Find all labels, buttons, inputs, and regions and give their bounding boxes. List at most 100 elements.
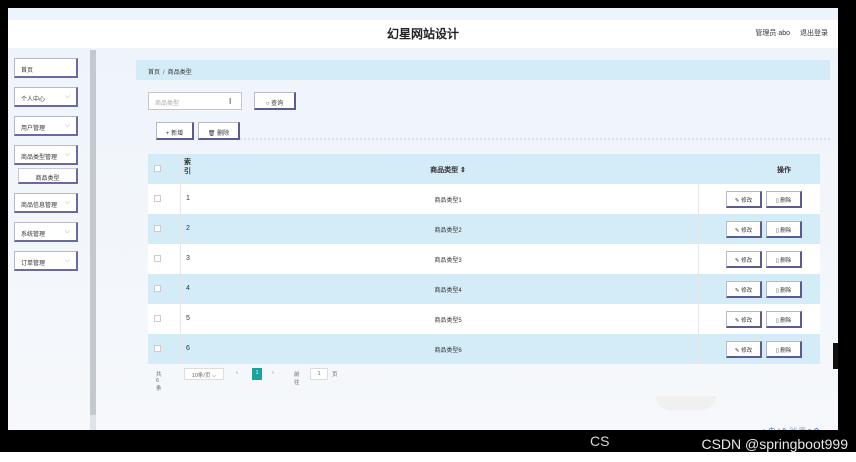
delete-label: 删除 [780, 348, 792, 354]
sidebar-item-orders[interactable]: 订单管理 ⌵ [14, 251, 78, 271]
sidebar-item-system[interactable]: 系统管理 ⌵ [14, 222, 78, 242]
delete-button[interactable]: ▯ 删除 [766, 251, 802, 268]
trash-icon: ▯ [775, 228, 779, 234]
delete-label: 删除 [780, 318, 792, 324]
sidebar-subitem-product-type[interactable]: 商品类型 [18, 168, 78, 184]
delete-label: 删除 [780, 228, 792, 234]
edit-icon: ✎ [734, 228, 740, 234]
add-button-label: + 新增 [165, 131, 184, 137]
breadcrumb: 首页 / 商品类型 [136, 60, 830, 80]
edit-label: 修改 [741, 228, 753, 234]
bottom-strip [0, 452, 856, 462]
edit-icon: ✎ [734, 198, 740, 204]
sidebar-item-label: 个人中心 [21, 97, 46, 103]
prev-page-button[interactable]: ‹ [236, 370, 238, 376]
pagination-total: 共 6 条 [156, 372, 162, 392]
edit-icon: ✎ [734, 288, 740, 294]
edit-button[interactable]: ✎ 修改 [726, 221, 762, 238]
column-divider [698, 244, 699, 274]
goto-page-input[interactable]: 1 [310, 368, 328, 380]
sidebar-item-label: 用户管理 [21, 126, 46, 132]
trash-icon: ▯ [775, 258, 779, 264]
admin-label: 管理员 abo [755, 30, 791, 37]
delete-button[interactable]: ▯ 删除 [766, 191, 802, 208]
sidebar-item-users[interactable]: 用户管理 ⌵ [14, 116, 78, 136]
sidebar-item-home[interactable]: 首页 [14, 58, 78, 78]
edit-button[interactable]: ✎ 修改 [726, 191, 762, 208]
table-row: 1 商品类型1 ✎ 修改 ▯ 删除 [148, 184, 820, 214]
logout-link[interactable]: 退出登录 [800, 30, 828, 37]
edit-label: 修改 [741, 288, 753, 294]
search-placeholder: 商品类型 [155, 101, 180, 107]
trash-icon: 🗑 [207, 131, 216, 137]
sidebar: 首页 个人中心 ⌵ 用户管理 ⌵ 商品类型管理 ⌵ 商品类型 商品信息管理 ⌵ 系统管理… [14, 58, 88, 280]
sidebar-item-product-type[interactable]: 商品类型管理 ⌵ [14, 145, 78, 165]
trash-icon: ▯ [775, 288, 779, 294]
breadcrumb-current: 商品类型 [167, 70, 192, 76]
sidebar-item-product-info[interactable]: 商品信息管理 ⌵ [14, 193, 78, 213]
chevron-down-icon: ⌵ [64, 93, 70, 100]
trash-icon: ▯ [775, 198, 779, 204]
search-button-label: 查询 [271, 101, 284, 107]
sidebar-item-label: 商品信息管理 [21, 203, 58, 209]
edit-button[interactable]: ✎ 修改 [726, 281, 762, 298]
trash-icon: ▯ [775, 318, 779, 324]
delete-button[interactable]: ▯ 删除 [766, 341, 802, 358]
row-name: 商品类型5 [434, 318, 462, 324]
page-size-select[interactable]: 10条/页 ⌵ [184, 368, 224, 380]
table-row: 5 商品类型5 ✎ 修改 ▯ 删除 [148, 304, 820, 334]
sidebar-item-personal[interactable]: 个人中心 ⌵ [14, 87, 78, 107]
column-divider [698, 274, 699, 304]
edit-icon: ✎ [734, 348, 740, 354]
row-name: 商品类型6 [434, 348, 462, 354]
next-page-button[interactable]: › [272, 370, 274, 376]
row-name: 商品类型2 [434, 228, 462, 234]
header-product-type[interactable]: 商品类型 ⇕ [148, 165, 748, 175]
table-row: 4 商品类型4 ✎ 修改 ▯ 删除 [148, 274, 820, 304]
delete-label: 删除 [780, 198, 792, 204]
toolbar-divider [240, 138, 830, 140]
header-operations: 操作 [777, 167, 791, 174]
goto-label: 前往 [294, 372, 300, 386]
edit-icon: ✎ [734, 318, 740, 324]
bulk-delete-button[interactable]: 🗑 删除 [198, 122, 240, 140]
app-window: 幻星网站设计 管理员 abo 退出登录 首页 个人中心 ⌵ 用户管理 ⌵ 商品类型管… [8, 8, 838, 430]
edit-button[interactable]: ✎ 修改 [726, 251, 762, 268]
row-name: 商品类型3 [434, 258, 462, 264]
search-button[interactable]: ○ 查询 [254, 92, 296, 110]
table-header: 索引 商品类型 ⇕ 操作 [148, 154, 820, 184]
trash-icon: ▯ [775, 348, 779, 354]
page-size-value: 10条/页 [191, 373, 211, 379]
delete-button[interactable]: ▯ 删除 [766, 311, 802, 328]
sidebar-item-label: 订单管理 [21, 261, 46, 267]
sidebar-scrollbar-thumb[interactable] [90, 50, 96, 415]
delete-button[interactable]: ▯ 删除 [766, 281, 802, 298]
data-table: 索引 商品类型 ⇕ 操作 1 商品类型1 ✎ 修改 ▯ 删除 2 商品类型2 ✎… [148, 154, 820, 364]
edit-label: 修改 [741, 198, 753, 204]
table-row: 2 商品类型2 ✎ 修改 ▯ 删除 [148, 214, 820, 244]
breadcrumb-home[interactable]: 首页 [148, 70, 160, 76]
row-name: 商品类型4 [434, 288, 462, 294]
search-icon: ○ [265, 101, 270, 107]
chevron-down-icon: ⌵ [64, 199, 70, 206]
sidebar-item-label: 首页 [21, 68, 34, 74]
search-input[interactable]: 商品类型 I [148, 92, 242, 110]
edit-button[interactable]: ✎ 修改 [726, 341, 762, 358]
text-cursor-icon: I [229, 97, 232, 106]
page-number-current[interactable]: 1 [252, 368, 262, 380]
stage: 幻星网站设计 管理员 abo 退出登录 首页 个人中心 ⌵ 用户管理 ⌵ 商品类型管… [0, 0, 856, 462]
column-divider [698, 214, 699, 244]
edit-label: 修改 [741, 258, 753, 264]
edit-icon: ✎ [734, 258, 740, 264]
chevron-down-icon: ⌵ [64, 151, 70, 158]
side-handle[interactable] [833, 343, 838, 369]
column-divider [698, 184, 699, 214]
background-decoration [656, 396, 716, 410]
delete-label: 删除 [780, 288, 792, 294]
delete-label: 删除 [780, 258, 792, 264]
sidebar-item-label: 系统管理 [21, 232, 46, 238]
delete-button[interactable]: ▯ 删除 [766, 221, 802, 238]
add-button[interactable]: + 新增 [156, 122, 194, 140]
admin-area: 管理员 abo 退出登录 [747, 28, 828, 38]
edit-button[interactable]: ✎ 修改 [726, 311, 762, 328]
